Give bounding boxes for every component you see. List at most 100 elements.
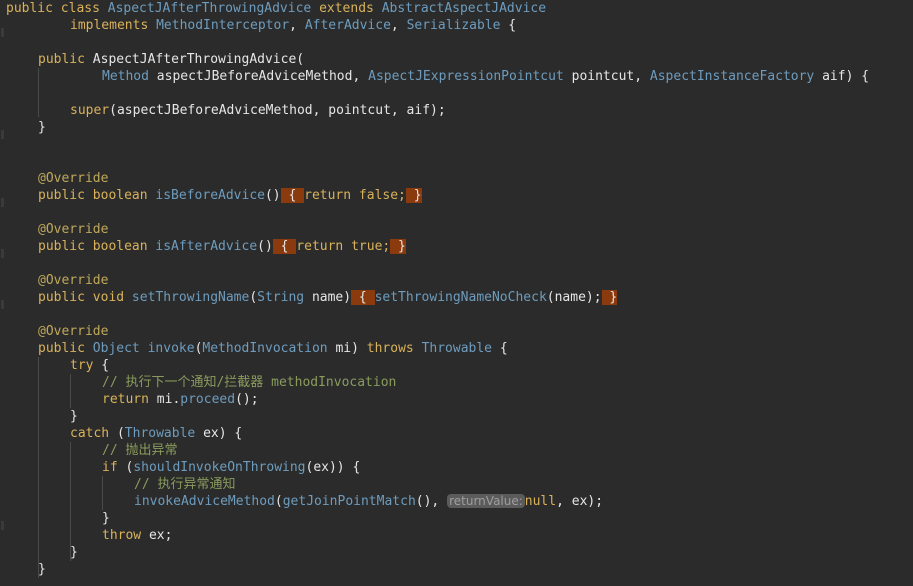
code-token: Throwable xyxy=(421,341,493,356)
code-token: implements xyxy=(70,18,157,33)
code-token: return false; xyxy=(304,188,406,203)
code-line[interactable]: implements MethodInterceptor, AfterAdvic… xyxy=(70,17,516,34)
code-token: ex; xyxy=(148,528,173,543)
code-token: null xyxy=(524,494,557,509)
code-line[interactable]: public boolean isBeforeAdvice() { return… xyxy=(38,187,422,204)
code-token: public class xyxy=(6,1,108,16)
code-line[interactable]: } xyxy=(70,408,78,425)
code-line[interactable]: @Override xyxy=(38,272,108,289)
code-line[interactable]: // 抛出异常 xyxy=(102,442,177,459)
code-token: { xyxy=(272,239,297,254)
code-token: return xyxy=(102,392,157,407)
code-token: invoke xyxy=(147,341,195,356)
code-token: public xyxy=(38,341,93,356)
fold-marker[interactable] xyxy=(1,28,4,37)
code-token: @Override xyxy=(38,171,109,186)
code-line[interactable]: return mi.proceed(); xyxy=(102,391,259,408)
code-line[interactable]: Method aspectJBeforeAdviceMethod, Aspect… xyxy=(102,68,869,85)
code-token: throw xyxy=(102,528,149,543)
code-token: AfterAdvice xyxy=(304,18,391,33)
code-token: @Override xyxy=(38,222,109,237)
code-token: , ex); xyxy=(556,494,604,509)
code-token: ex) { xyxy=(195,426,243,441)
code-token: @Override xyxy=(38,324,109,339)
code-token: } xyxy=(70,545,78,560)
code-token: } xyxy=(70,409,78,424)
code-line[interactable]: super(aspectJBeforeAdviceMethod, pointcu… xyxy=(70,102,446,119)
code-token: ( xyxy=(274,494,283,509)
code-token: (name); xyxy=(546,290,602,305)
code-token: public void xyxy=(38,290,132,305)
code-editor[interactable]: public class AspectJAfterThrowingAdvice … xyxy=(0,0,913,586)
code-token: isAfterAdvice xyxy=(155,239,258,254)
code-token: (aspectJBeforeAdviceMethod, pointcut, ai… xyxy=(109,103,446,118)
code-token: super xyxy=(70,103,110,118)
code-line[interactable]: public boolean isAfterAdvice() { return … xyxy=(38,238,406,255)
fold-marker[interactable] xyxy=(1,300,4,309)
code-token: public boolean xyxy=(38,239,156,254)
code-token: } xyxy=(102,511,110,526)
code-line[interactable]: public AspectJAfterThrowingAdvice( xyxy=(38,51,304,68)
code-token: , xyxy=(390,18,407,33)
code-line[interactable]: catch (Throwable ex) { xyxy=(70,425,242,442)
indent-guide xyxy=(38,68,39,117)
fold-marker[interactable] xyxy=(1,130,4,139)
code-token: String xyxy=(257,290,305,305)
code-token: AbstractAspectJAdvice xyxy=(381,1,547,16)
code-token: () xyxy=(264,188,281,203)
code-comment: // 执行下一个通知/拦截器 methodInvocation xyxy=(102,375,397,390)
code-token: } xyxy=(38,562,46,577)
code-token: pointcut, xyxy=(563,69,650,84)
code-token: setThrowingNameNoCheck xyxy=(374,290,547,305)
code-token: mi) xyxy=(327,341,367,356)
code-token: AspectJExpressionPointcut xyxy=(368,69,564,84)
code-token: (), xyxy=(415,494,448,509)
code-token: } xyxy=(405,188,422,203)
code-token: () xyxy=(257,239,273,254)
code-token: { xyxy=(500,18,517,33)
code-token: AspectJAfterThrowingAdvice xyxy=(92,52,297,67)
code-token: public xyxy=(38,52,93,67)
fold-marker[interactable] xyxy=(1,521,4,530)
code-line[interactable]: } xyxy=(70,544,78,561)
code-line[interactable]: public class AspectJAfterThrowingAdvice … xyxy=(6,0,546,17)
code-line[interactable]: } xyxy=(102,510,110,527)
code-line[interactable]: throw ex; xyxy=(102,527,172,544)
code-comment: // 抛出异常 xyxy=(102,443,178,458)
code-token: { xyxy=(280,188,305,203)
code-token: { xyxy=(351,290,375,305)
code-line[interactable]: if (shouldInvokeOnThrowing(ex)) { xyxy=(102,459,360,476)
code-token: @Override xyxy=(38,273,109,288)
code-token: throws xyxy=(366,341,422,356)
code-token: AspectInstanceFactory xyxy=(649,69,815,84)
code-token: setThrowingName xyxy=(131,290,250,305)
code-line[interactable]: } xyxy=(38,119,46,136)
code-line[interactable]: public Object invoke(MethodInvocation mi… xyxy=(38,340,508,357)
code-token: MethodInterceptor xyxy=(156,18,290,33)
code-line[interactable]: try { xyxy=(70,357,109,374)
code-token: ( xyxy=(116,426,125,441)
code-line[interactable]: // 执行异常通知 xyxy=(134,476,235,493)
code-token: (ex)) { xyxy=(305,460,361,475)
fold-marker[interactable] xyxy=(1,249,4,258)
code-line[interactable]: public void setThrowingName(String name)… xyxy=(38,289,618,306)
fold-marker[interactable] xyxy=(1,198,4,207)
code-token: AspectJAfterThrowingAdvice xyxy=(107,1,312,16)
code-line[interactable]: @Override xyxy=(38,323,108,340)
code-token: extends xyxy=(311,1,382,16)
code-token: catch xyxy=(70,426,117,441)
code-token: if xyxy=(102,460,126,475)
code-line[interactable]: } xyxy=(38,561,46,578)
code-token: mi. xyxy=(156,392,181,407)
code-token: , xyxy=(289,18,305,33)
code-token: MethodInvocation xyxy=(202,341,328,356)
code-line[interactable]: // 执行下一个通知/拦截器 methodInvocation xyxy=(102,374,396,391)
code-line[interactable]: invokeAdviceMethod(getJoinPointMatch(), … xyxy=(134,493,603,510)
code-token: return true; xyxy=(296,239,391,254)
code-line[interactable]: @Override xyxy=(38,170,108,187)
code-token: { xyxy=(492,341,508,356)
code-line[interactable]: @Override xyxy=(38,221,108,238)
indent-guide xyxy=(70,374,71,408)
code-token: aif) { xyxy=(814,69,870,84)
